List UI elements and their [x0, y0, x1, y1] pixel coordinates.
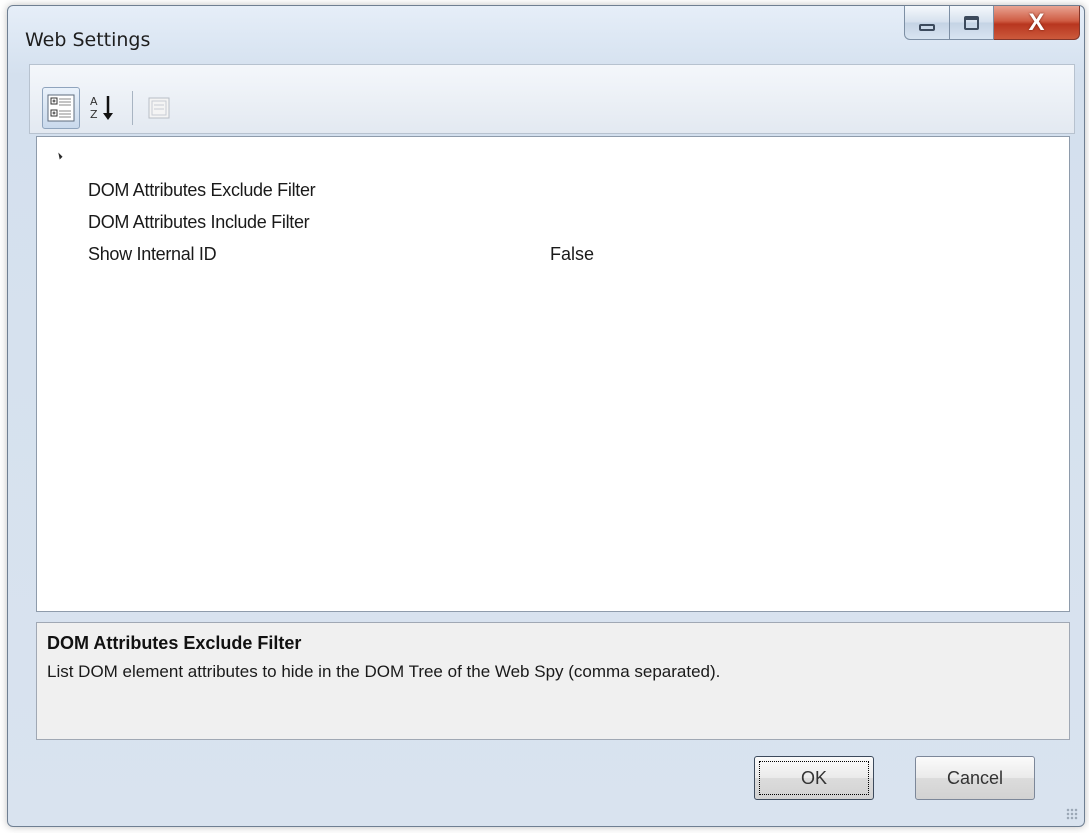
- property-name: DOM Attributes Include Filter: [88, 212, 310, 232]
- close-button[interactable]: X: [994, 6, 1080, 40]
- property-grid-toolbar: A Z: [29, 64, 1075, 134]
- title-bar[interactable]: Web Settings X: [8, 6, 1084, 64]
- cancel-button[interactable]: Cancel: [915, 756, 1035, 800]
- category-row[interactable]: [37, 143, 1069, 171]
- property-pages-button[interactable]: [142, 87, 176, 129]
- property-row[interactable]: DOM Attributes Include Filter: [37, 207, 1069, 239]
- property-grid: DOM Attributes Exclude Filter DOM Attrib…: [36, 136, 1070, 612]
- maximize-button[interactable]: [950, 6, 994, 40]
- alphabetical-button[interactable]: A Z: [86, 87, 120, 129]
- categorized-button[interactable]: [42, 87, 80, 129]
- property-pages-icon: [148, 97, 170, 119]
- focus-rectangle: [759, 761, 869, 795]
- svg-text:A: A: [90, 95, 98, 108]
- toolbar-separator: [132, 91, 133, 125]
- close-icon: X: [1028, 8, 1045, 36]
- property-name: DOM Attributes Exclude Filter: [88, 180, 316, 200]
- property-value[interactable]: False: [550, 244, 594, 265]
- caption-buttons: X: [904, 6, 1080, 40]
- help-title: DOM Attributes Exclude Filter: [47, 633, 302, 653]
- minimize-button[interactable]: [904, 6, 950, 40]
- property-row[interactable]: DOM Attributes Exclude Filter: [37, 175, 1069, 207]
- property-name: Show Internal ID: [88, 244, 217, 264]
- ok-button[interactable]: OK: [754, 756, 874, 800]
- sort-alphabetical-icon: A Z: [90, 95, 113, 121]
- property-row[interactable]: Show Internal ID False: [37, 239, 1069, 271]
- minimize-icon: [919, 24, 935, 31]
- maximize-icon: [964, 15, 979, 30]
- dialog-client-area: A Z DOM Attributes Exclude Filter DOM At…: [29, 64, 1075, 814]
- help-description: List DOM element attributes to hide in t…: [47, 662, 721, 681]
- resize-grip[interactable]: [1066, 808, 1078, 820]
- web-settings-dialog: Web Settings X A Z DOM Attributes Exclud…: [7, 5, 1085, 827]
- window-title: Web Settings: [25, 29, 151, 51]
- help-panel: DOM Attributes Exclude Filter List DOM e…: [36, 622, 1070, 740]
- categorized-icon: [47, 94, 75, 122]
- expand-collapse-icon[interactable]: [55, 152, 63, 160]
- svg-text:Z: Z: [90, 108, 98, 121]
- cancel-button-label: Cancel: [946, 767, 1004, 788]
